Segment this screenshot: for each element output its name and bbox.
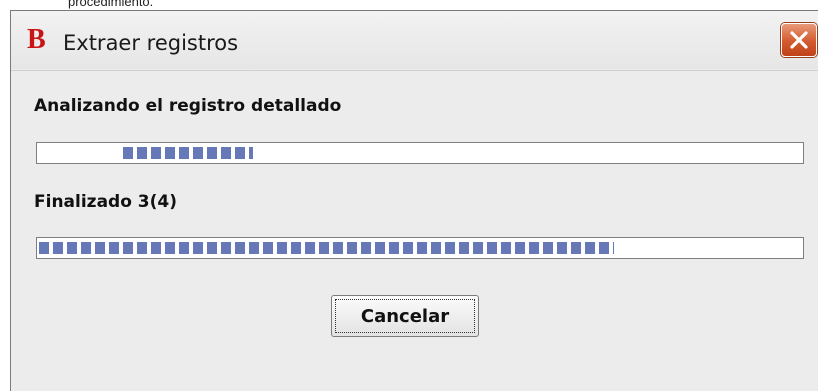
status-progress-bar: [36, 142, 804, 164]
total-progress-fill: [39, 242, 614, 254]
extract-records-dialog: B Extraer registros Analizando el regist…: [10, 10, 818, 391]
status-label: Analizando el registro detallado: [34, 96, 342, 116]
cancel-button-label: Cancelar: [360, 305, 450, 327]
background-partial-text: procedimiento.: [68, 0, 154, 9]
cancel-button[interactable]: Cancelar: [331, 295, 479, 337]
app-logo: B: [27, 24, 46, 55]
title-separator: [11, 70, 818, 71]
title-bar[interactable]: B Extraer registros: [11, 11, 818, 69]
dialog-title: Extraer registros: [63, 31, 239, 55]
total-progress-bar: [36, 237, 804, 259]
close-button[interactable]: [781, 23, 817, 57]
status-progress-fill: [123, 147, 253, 159]
total-label: Finalizado 3(4): [34, 192, 177, 212]
close-icon: [790, 31, 808, 49]
